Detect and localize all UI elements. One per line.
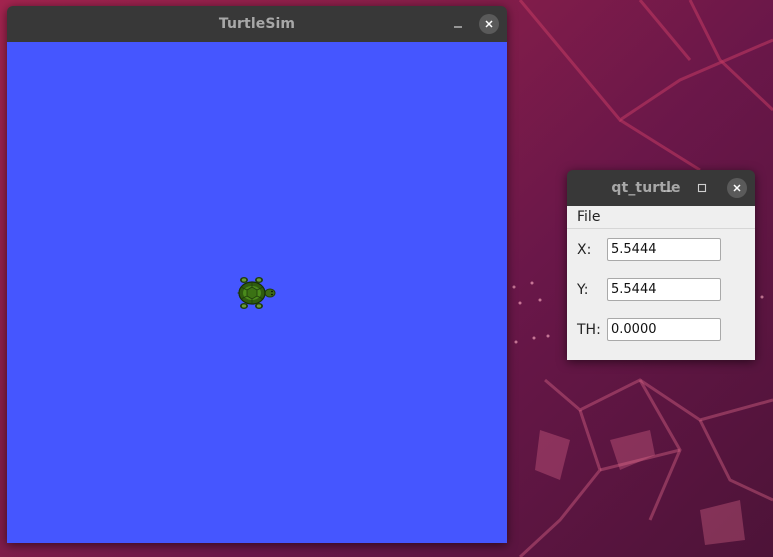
close-icon (479, 14, 499, 34)
x-input[interactable] (607, 238, 721, 261)
turtlesim-canvas[interactable] (7, 42, 507, 543)
close-icon (727, 178, 747, 198)
maximize-icon (697, 183, 707, 193)
th-field-row: TH: (577, 318, 721, 341)
qt-close-button[interactable] (727, 170, 747, 206)
y-label: Y: (577, 281, 589, 298)
turtlesim-window: TurtleSim (7, 6, 507, 543)
turtlesim-titlebar[interactable]: TurtleSim (7, 6, 507, 42)
x-field-row: X: (577, 238, 721, 261)
th-input[interactable] (607, 318, 721, 341)
x-label: X: (577, 241, 592, 258)
qt-maximize-button[interactable] (695, 170, 709, 206)
qt-turtle-panel: File X: Y: TH: (567, 206, 755, 360)
qt-minimize-button[interactable] (661, 170, 675, 206)
turtlesim-title: TurtleSim (218, 16, 296, 32)
y-field-row: Y: (577, 278, 721, 301)
minimize-icon (664, 190, 672, 192)
qt-turtle-window: qt_turtle File X: 5.5444 Y: 5.5444 TH: 0… (567, 170, 755, 360)
minimize-icon (454, 26, 462, 28)
y-input[interactable] (607, 278, 721, 301)
turtlesim-minimize-button[interactable] (451, 6, 465, 42)
th-label: TH: (577, 321, 601, 338)
file-menu[interactable]: File (577, 209, 600, 225)
turtle-icon (237, 277, 276, 309)
menubar: File (567, 206, 755, 229)
turtlesim-close-button[interactable] (479, 6, 499, 42)
qt-turtle-titlebar[interactable]: qt_turtle (567, 170, 755, 206)
